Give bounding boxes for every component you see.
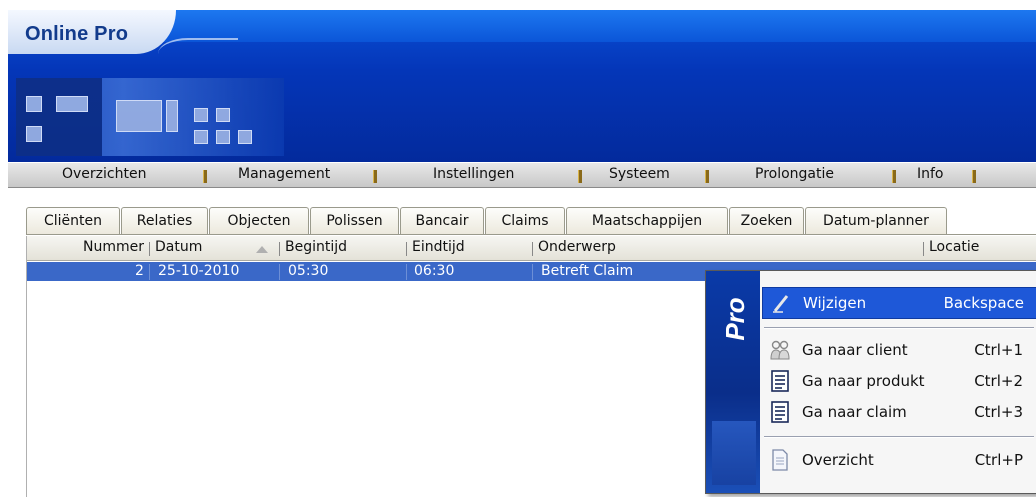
menu-divider <box>764 327 1034 329</box>
column-header-onderwerp[interactable]: Onderwerp <box>538 239 616 255</box>
column-separator <box>406 242 407 256</box>
tab-objecten[interactable]: Objecten <box>209 207 309 234</box>
context-menu-strip-label: Pro <box>720 297 750 341</box>
column-header-begintijd[interactable]: Begintijd <box>285 239 347 255</box>
tab-bancair[interactable]: Bancair <box>400 207 484 234</box>
menu-item-shortcut: Ctrl+2 <box>974 372 1023 390</box>
menu-item-shortcut: Backspace <box>943 294 1024 312</box>
menu-separator <box>578 170 582 183</box>
menu-separator <box>373 170 377 183</box>
sort-ascending-icon <box>256 246 268 253</box>
menu-item-ga-naar-produkt[interactable]: Ga naar produkt Ctrl+2 <box>762 366 1035 396</box>
cell-separator <box>532 264 533 280</box>
menu-item-label: Overzicht <box>802 451 874 469</box>
menu-separator <box>892 170 896 183</box>
pencil-icon <box>773 295 789 313</box>
column-header-datum[interactable]: Datum <box>155 239 202 255</box>
menu-item-label: Ga naar claim <box>802 403 907 421</box>
menu-divider <box>764 436 1034 438</box>
menu-item-ga-naar-claim[interactable]: Ga naar claim Ctrl+3 <box>762 397 1035 427</box>
document-list-icon <box>771 370 789 392</box>
column-separator <box>532 242 533 256</box>
document-icon <box>772 449 788 471</box>
cell-separator <box>149 264 150 280</box>
column-header-nummer[interactable]: Nummer <box>83 239 144 255</box>
tab-zoeken[interactable]: Zoeken <box>729 207 804 234</box>
menu-instellingen[interactable]: Instellingen <box>433 166 514 182</box>
grid-header: Nummer Datum Begintijd Eindtijd Onderwer… <box>27 236 1036 261</box>
cell-nummer: 2 <box>135 263 144 279</box>
menu-bar: Overzichten Management Instellingen Syst… <box>8 162 1036 188</box>
building-image <box>16 78 284 156</box>
header-banner: Online Pro <box>8 10 1036 162</box>
cell-separator <box>406 264 407 280</box>
tab-polissen[interactable]: Polissen <box>310 207 399 234</box>
document-list-icon <box>771 401 789 423</box>
cell-eindtijd: 06:30 <box>414 263 455 279</box>
users-icon <box>770 340 790 360</box>
menu-separator <box>972 170 976 183</box>
tab-underline <box>26 234 1036 235</box>
tab-relaties[interactable]: Relaties <box>121 207 208 234</box>
tab-clienten[interactable]: Cliënten <box>26 207 120 234</box>
menu-info[interactable]: Info <box>917 166 944 182</box>
cell-begintijd: 05:30 <box>288 263 329 279</box>
column-header-locatie[interactable]: Locatie <box>929 239 979 255</box>
context-menu-side-strip: Pro <box>706 271 760 493</box>
menu-item-label: Ga naar produkt <box>802 372 925 390</box>
app-title-tab-edge <box>158 38 238 58</box>
menu-systeem[interactable]: Systeem <box>609 166 670 182</box>
menu-item-label: Ga naar client <box>802 341 908 359</box>
menu-item-shortcut: Ctrl+1 <box>974 341 1023 359</box>
column-separator <box>923 242 924 256</box>
tab-maatschappijen[interactable]: Maatschappijen <box>566 207 728 234</box>
column-separator <box>279 242 280 256</box>
menu-separator <box>705 170 709 183</box>
menu-prolongatie[interactable]: Prolongatie <box>755 166 834 182</box>
tab-datum-planner[interactable]: Datum-planner <box>805 207 947 234</box>
menu-management[interactable]: Management <box>238 166 330 182</box>
cell-onderwerp: Betreft Claim <box>541 263 634 279</box>
menu-item-overzicht[interactable]: Overzicht Ctrl+P <box>762 445 1035 475</box>
menu-item-label: Wijzigen <box>803 294 867 312</box>
menu-item-shortcut: Ctrl+P <box>974 451 1023 469</box>
app-title: Online Pro <box>25 23 129 45</box>
building-image <box>712 421 756 485</box>
menu-item-wijzigen[interactable]: Wijzigen Backspace <box>762 287 1036 319</box>
menu-item-shortcut: Ctrl+3 <box>974 403 1023 421</box>
tab-claims[interactable]: Claims <box>485 207 565 234</box>
menu-overzichten[interactable]: Overzichten <box>62 166 146 182</box>
cell-separator <box>279 264 280 280</box>
menu-item-ga-naar-client[interactable]: Ga naar client Ctrl+1 <box>762 335 1035 365</box>
cell-datum: 25-10-2010 <box>158 263 240 279</box>
menu-separator <box>203 170 207 183</box>
column-header-eindtijd[interactable]: Eindtijd <box>412 239 465 255</box>
context-menu: Pro Wijzigen Backspace Ga naar client Ct… <box>705 270 1036 494</box>
column-separator <box>149 242 150 256</box>
